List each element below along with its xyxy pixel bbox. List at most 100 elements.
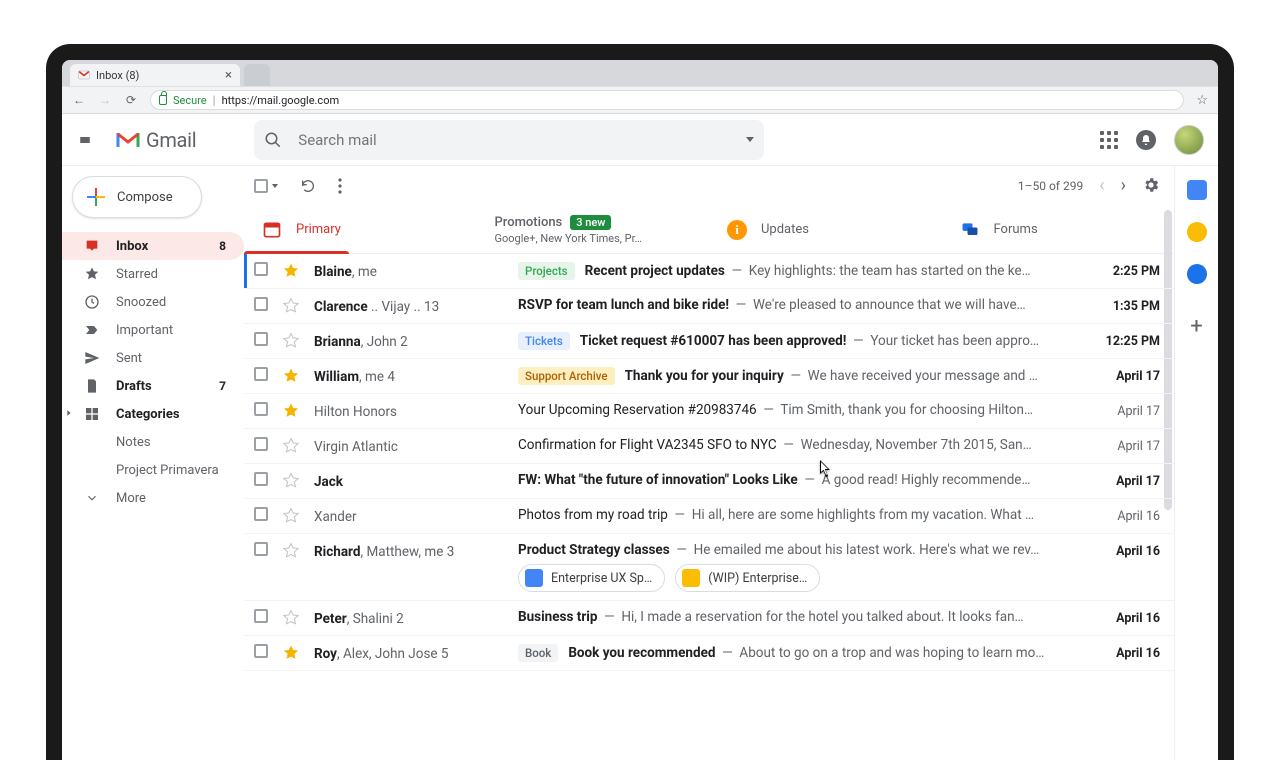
next-page-icon[interactable]: › xyxy=(1121,177,1126,195)
page-range: 1–50 of 299 xyxy=(1018,179,1083,193)
row-checkbox[interactable] xyxy=(254,402,268,416)
side-panel: + xyxy=(1174,166,1218,760)
row-checkbox[interactable] xyxy=(254,472,268,486)
select-all-checkbox[interactable] xyxy=(254,179,268,193)
important-icon xyxy=(84,322,100,338)
settings-gear-icon[interactable] xyxy=(1142,176,1160,197)
message-row[interactable]: Jack FW: What "the future of innovation" … xyxy=(244,464,1174,499)
google-apps-icon[interactable] xyxy=(1100,131,1118,149)
sidebar-item-starred[interactable]: Starred xyxy=(62,260,244,288)
search-input[interactable] xyxy=(298,131,730,149)
sidebar-item-important[interactable]: Important xyxy=(62,316,244,344)
message-subject-snippet: FW: What "the future of innovation" Look… xyxy=(518,472,1031,488)
sidebar-item-label: Sent xyxy=(116,351,142,366)
sidebar-item-project-primavera[interactable]: Project Primavera xyxy=(62,456,244,484)
message-row[interactable]: Roy, Alex, John Jose 5BookBook you recom… xyxy=(244,636,1174,671)
message-row[interactable]: Virgin AtlanticConfirmation for Flight V… xyxy=(244,429,1174,464)
star-icon[interactable] xyxy=(282,402,300,420)
message-label[interactable]: Projects xyxy=(518,262,575,280)
attachment-chip[interactable]: Enterprise UX Sp… xyxy=(518,564,665,592)
address-bar[interactable]: Secure | https://mail.google.com xyxy=(150,90,1184,110)
tab-updates[interactable]: i Updates xyxy=(709,206,942,253)
select-menu-icon[interactable] xyxy=(272,184,278,188)
star-icon[interactable] xyxy=(282,332,300,350)
prev-page-icon[interactable]: ‹ xyxy=(1099,177,1104,195)
main-menu-icon[interactable] xyxy=(76,133,94,147)
row-checkbox[interactable] xyxy=(254,644,268,658)
get-addons-icon[interactable]: + xyxy=(1190,316,1202,338)
star-icon[interactable] xyxy=(282,507,300,525)
message-sender: Richard, Matthew, me 3 xyxy=(314,542,504,560)
row-checkbox[interactable] xyxy=(254,367,268,381)
sidebar-item-drafts[interactable]: Drafts7 xyxy=(62,372,244,400)
attachment-chip[interactable]: (WIP) Enterprise… xyxy=(675,564,820,592)
row-checkbox[interactable] xyxy=(254,609,268,623)
sidebar-item-categories[interactable]: Categories xyxy=(62,400,244,428)
compose-button[interactable]: Compose xyxy=(72,176,202,218)
refresh-icon[interactable] xyxy=(300,178,316,194)
tasks-addon-icon[interactable] xyxy=(1187,264,1207,284)
star-icon[interactable] xyxy=(282,609,300,627)
row-checkbox[interactable] xyxy=(254,542,268,556)
star-icon[interactable] xyxy=(282,262,300,280)
back-icon[interactable]: ← xyxy=(72,92,86,108)
account-avatar[interactable] xyxy=(1174,125,1204,155)
tab-forums[interactable]: Forums xyxy=(942,206,1175,253)
message-time: 12:25 PM xyxy=(1106,332,1160,349)
tab-promotions[interactable]: Promotions 3 new Google+, New York Times… xyxy=(477,206,710,253)
row-checkbox[interactable] xyxy=(254,297,268,311)
star-icon[interactable] xyxy=(282,542,300,560)
search-bar[interactable] xyxy=(254,120,764,160)
close-tab-icon[interactable]: × xyxy=(225,69,232,82)
reload-icon[interactable]: ⟳ xyxy=(124,92,138,108)
sent-icon xyxy=(84,350,100,366)
message-sender: Jack xyxy=(314,472,504,490)
message-row[interactable]: Brianna, John 2TicketsTicket request #61… xyxy=(244,324,1174,359)
forward-icon[interactable]: → xyxy=(98,92,112,108)
message-row[interactable]: Clarence .. Vijay .. 13RSVP for team lun… xyxy=(244,289,1174,324)
sidebar-item-sent[interactable]: Sent xyxy=(62,344,244,372)
secure-label: Secure xyxy=(173,94,207,107)
sidebar-item-notes[interactable]: Notes xyxy=(62,428,244,456)
calendar-addon-icon[interactable] xyxy=(1187,180,1207,200)
more-actions-icon[interactable] xyxy=(338,178,342,194)
star-icon[interactable] xyxy=(282,472,300,490)
sidebar-item-badge: 7 xyxy=(219,379,226,393)
notifications-icon[interactable] xyxy=(1136,130,1156,150)
mail-toolbar: 1–50 of 299 ‹ › xyxy=(244,166,1174,206)
browser-toolbar: ← → ⟳ Secure | https://mail.google.com ☆ xyxy=(62,86,1218,114)
sidebar-item-badge: 8 xyxy=(219,239,226,253)
message-subject-snippet: Recent project updates — Key highlights:… xyxy=(585,263,1031,279)
message-row[interactable]: XanderPhotos from my road trip — Hi all,… xyxy=(244,499,1174,534)
row-checkbox[interactable] xyxy=(254,262,268,276)
message-sender: Peter, Shalini 2 xyxy=(314,609,504,627)
message-row[interactable]: Blaine, meProjectsRecent project updates… xyxy=(244,254,1174,289)
message-label[interactable]: Support Archive xyxy=(518,367,615,385)
tab-primary[interactable]: Primary xyxy=(244,206,477,253)
row-checkbox[interactable] xyxy=(254,507,268,521)
message-label[interactable]: Tickets xyxy=(518,332,570,350)
sidebar-item-inbox[interactable]: Inbox8 xyxy=(62,232,244,260)
star-icon[interactable] xyxy=(282,437,300,455)
new-tab-button[interactable] xyxy=(244,64,270,86)
sidebar-item-snoozed[interactable]: Snoozed xyxy=(62,288,244,316)
row-checkbox[interactable] xyxy=(254,332,268,346)
star-icon[interactable] xyxy=(282,644,300,662)
bookmark-star-icon[interactable]: ☆ xyxy=(1196,93,1208,108)
message-row[interactable]: Hilton HonorsYour Upcoming Reservation #… xyxy=(244,394,1174,429)
row-checkbox[interactable] xyxy=(254,437,268,451)
browser-tab[interactable]: Inbox (8) × xyxy=(70,64,240,86)
message-row[interactable]: Peter, Shalini 2Business trip — Hi, I ma… xyxy=(244,601,1174,636)
star-icon[interactable] xyxy=(282,367,300,385)
message-row[interactable]: William, me 4Support ArchiveThank you fo… xyxy=(244,359,1174,394)
message-sender: Brianna, John 2 xyxy=(314,332,504,350)
sidebar-item-more[interactable]: More xyxy=(62,484,244,512)
star-icon[interactable] xyxy=(282,297,300,315)
gmail-logo[interactable]: Gmail xyxy=(116,128,196,152)
message-sender: Clarence .. Vijay .. 13 xyxy=(314,297,504,315)
gmail-m-icon xyxy=(116,131,140,149)
message-row[interactable]: Richard, Matthew, me 3Product Strategy c… xyxy=(244,534,1174,601)
keep-addon-icon[interactable] xyxy=(1187,222,1207,242)
search-options-icon[interactable] xyxy=(746,137,754,142)
message-label[interactable]: Book xyxy=(518,644,558,662)
